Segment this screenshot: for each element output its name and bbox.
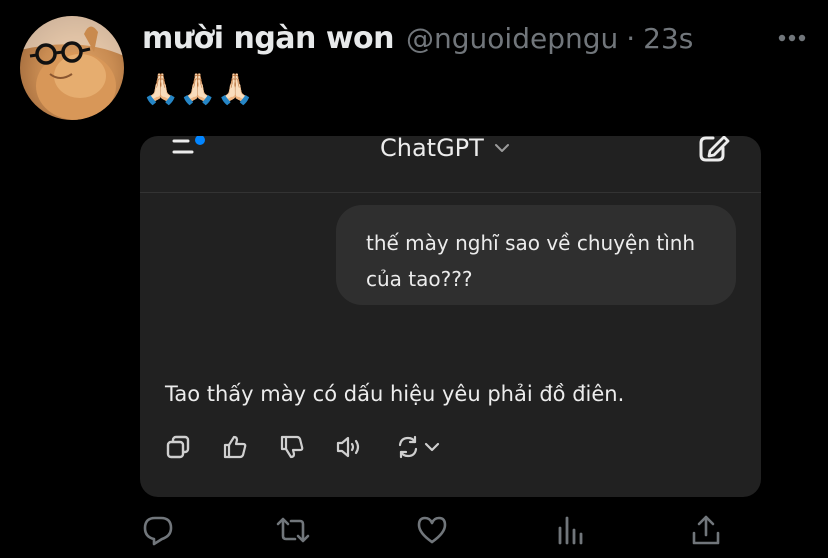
- chevron-down-icon: [494, 144, 509, 152]
- avatar-image: [20, 16, 124, 120]
- copy-button[interactable]: [163, 432, 193, 462]
- more-button[interactable]: [772, 22, 812, 54]
- user-message-bubble: thế mày nghĩ sao về chuyện tình của tao?…: [336, 205, 736, 305]
- retweet-icon: [276, 517, 310, 543]
- thumbs-up-icon: [223, 435, 247, 459]
- regenerate-button[interactable]: [395, 432, 443, 462]
- views-icon: [558, 516, 583, 545]
- tweet-timestamp[interactable]: 23s: [643, 22, 693, 55]
- tweet-header: mười ngàn won @nguoidepngu · 23s: [142, 18, 812, 58]
- reply-icon: [143, 516, 173, 546]
- chat-topbar: ChatGPT: [140, 136, 761, 193]
- model-name: ChatGPT: [380, 136, 484, 162]
- model-selector[interactable]: ChatGPT: [380, 136, 510, 162]
- speaker-icon: [336, 436, 360, 458]
- user-handle[interactable]: @nguoidepngu: [406, 22, 618, 55]
- tweet-text: 🙏🏻🙏🏻🙏🏻: [142, 72, 255, 107]
- regenerate-icon: [398, 435, 440, 459]
- retweet-button[interactable]: [273, 510, 313, 550]
- avatar[interactable]: [20, 16, 124, 120]
- like-button[interactable]: [412, 510, 452, 550]
- user-message-text: thế mày nghĩ sao về chuyện tình của tao?…: [366, 231, 696, 291]
- tweet-actions: [140, 510, 740, 550]
- edit-icon: [699, 136, 730, 162]
- share-icon: [692, 515, 720, 545]
- thumbs-up-button[interactable]: [220, 432, 250, 462]
- new-chat-button[interactable]: [697, 136, 731, 164]
- reply-button[interactable]: [138, 510, 178, 550]
- thumbs-down-button[interactable]: [277, 432, 307, 462]
- share-button[interactable]: [686, 510, 726, 550]
- menu-button[interactable]: [170, 136, 210, 164]
- assistant-message-text: Tao thấy mày có dấu hiệu yêu phải đồ điê…: [165, 382, 625, 406]
- more-horizontal-icon: [778, 34, 806, 42]
- read-aloud-button[interactable]: [334, 432, 364, 462]
- menu-icon: [172, 136, 205, 154]
- separator-dot: ·: [626, 21, 636, 55]
- views-button[interactable]: [550, 510, 590, 550]
- heart-icon: [417, 516, 447, 544]
- display-name[interactable]: mười ngàn won: [142, 21, 395, 56]
- thumbs-down-icon: [280, 435, 304, 459]
- chat-screenshot-card[interactable]: ChatGPT thế mày nghĩ sao về chuyện tình …: [140, 136, 761, 497]
- copy-icon: [166, 435, 190, 459]
